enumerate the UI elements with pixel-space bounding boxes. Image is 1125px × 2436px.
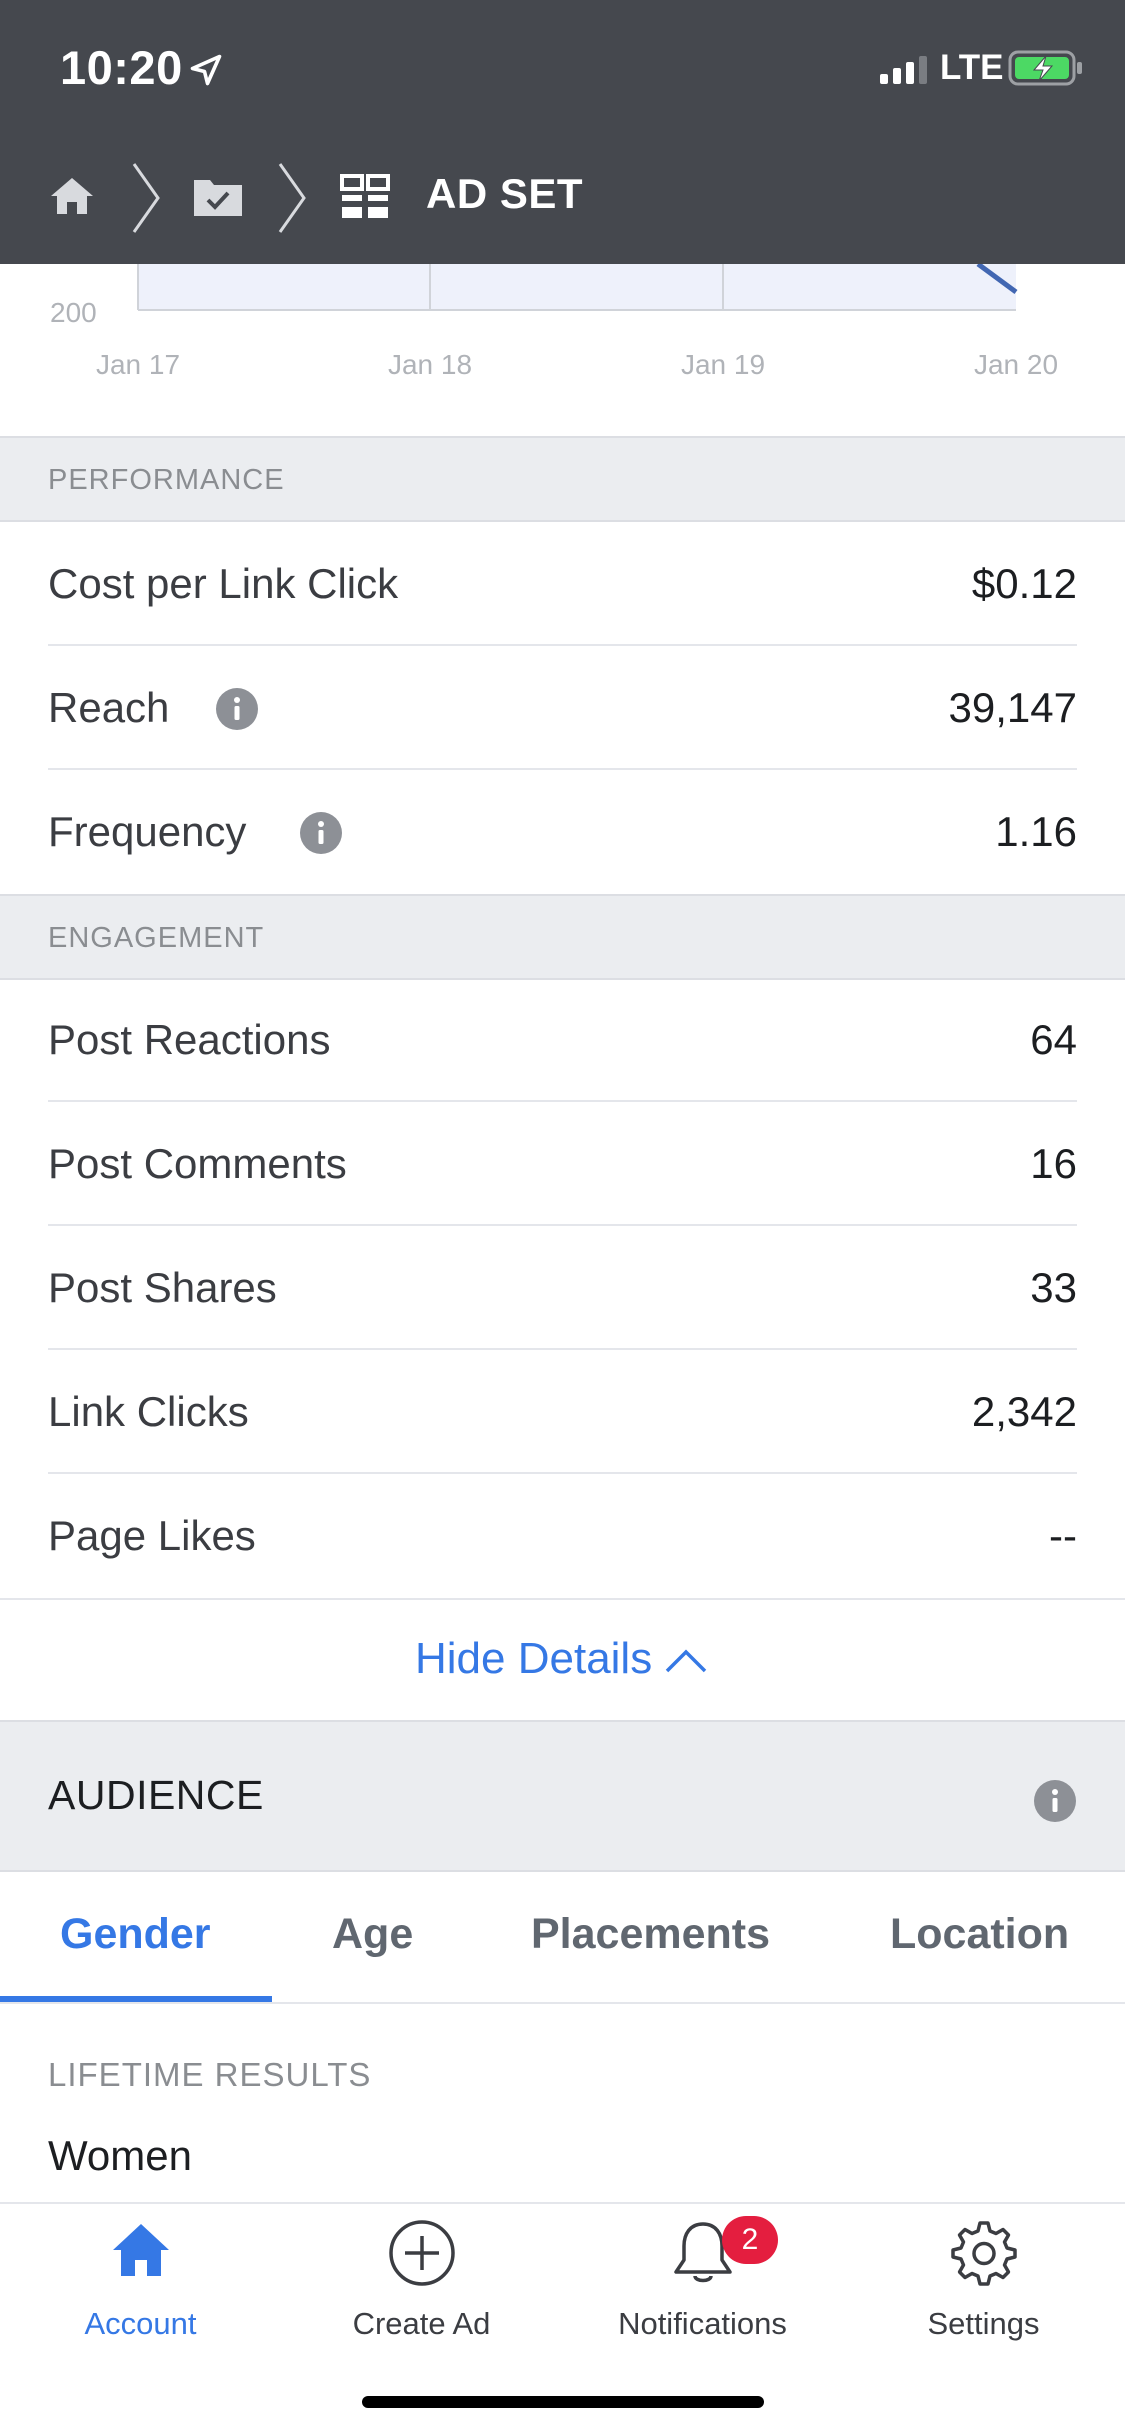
metric-label: Frequency xyxy=(48,808,247,855)
performance-header: PERFORMANCE xyxy=(0,436,1125,522)
tab-placements[interactable]: Placements xyxy=(531,1910,770,1959)
metric-value: 39,147 xyxy=(948,684,1077,731)
active-tab-indicator xyxy=(0,1996,272,2002)
metric-value: $0.12 xyxy=(971,560,1077,607)
chart-canvas: 200 Jan 17 Jan 18 Jan 19 Jan 20 xyxy=(50,264,1058,380)
location-arrow-icon xyxy=(190,54,222,86)
audience-title: AUDIENCE xyxy=(48,1772,264,1818)
nav-notifications[interactable]: 2 Notifications xyxy=(562,2204,843,2364)
metric-row-post-comments: Post Comments 16 xyxy=(48,1102,1077,1226)
engagement-header: ENGAGEMENT xyxy=(0,894,1125,980)
metric-label: Post Reactions xyxy=(48,1016,331,1063)
metric-value: 33 xyxy=(1030,1264,1077,1311)
metric-label: Reach xyxy=(48,684,170,731)
home-icon xyxy=(112,2224,169,2276)
info-icon[interactable] xyxy=(300,812,342,854)
metric-row-frequency: Frequency 1.16 xyxy=(48,770,1077,894)
metric-label: Post Shares xyxy=(48,1264,277,1311)
info-icon[interactable] xyxy=(1034,1780,1076,1822)
network-type: LTE xyxy=(940,48,1004,87)
signal-icon xyxy=(880,56,927,84)
audience-tabs: Gender Age Placements Location xyxy=(0,1872,1125,2004)
metric-row-cost-per-link-click: Cost per Link Click $0.12 xyxy=(48,522,1077,646)
breadcrumb-chevron-icon xyxy=(278,163,306,233)
nav-label: Notifications xyxy=(618,2306,787,2341)
battery-icon xyxy=(1008,50,1082,86)
breadcrumb-campaign-folder-icon[interactable] xyxy=(192,172,244,220)
results-chart: 200 Jan 17 Jan 18 Jan 19 Jan 20 xyxy=(0,264,1125,436)
hide-details-button[interactable]: Hide Details xyxy=(0,1598,1125,1720)
metric-row-page-likes: Page Likes -- xyxy=(48,1474,1077,1598)
metric-value: 64 xyxy=(1030,1016,1077,1063)
metric-row-reach: Reach 39,147 xyxy=(48,646,1077,770)
nav-label: Create Ad xyxy=(352,2306,491,2341)
metric-label: Post Comments xyxy=(48,1140,347,1187)
chart-area-fill xyxy=(138,264,1016,310)
status-time: 10:20 xyxy=(60,41,183,94)
chevron-up-icon xyxy=(665,1649,707,1673)
breadcrumb-home-icon[interactable] xyxy=(48,172,96,220)
metric-value: -- xyxy=(1049,1512,1077,1559)
x-tick-label: Jan 19 xyxy=(681,349,765,380)
metric-row-link-clicks: Link Clicks 2,342 xyxy=(48,1350,1077,1474)
audience-header: AUDIENCE xyxy=(0,1720,1125,1872)
gear-icon xyxy=(950,2221,1017,2286)
plus-circle-icon xyxy=(388,2220,455,2286)
ad-set-grid-icon xyxy=(340,174,390,218)
tab-gender[interactable]: Gender xyxy=(60,1910,211,1959)
page-title: AD SET xyxy=(426,170,584,217)
metric-label: Link Clicks xyxy=(48,1388,249,1435)
lifetime-results-label: LIFETIME RESULTS xyxy=(48,2056,372,2093)
metric-row-post-reactions: Post Reactions 64 xyxy=(48,978,1077,1102)
nav-create-ad[interactable]: Create Ad xyxy=(281,2204,562,2364)
performance-header-label: PERFORMANCE xyxy=(48,464,285,496)
nav-account[interactable]: Account xyxy=(0,2204,281,2364)
x-tick-label: Jan 20 xyxy=(974,349,1058,380)
metric-label: Cost per Link Click xyxy=(48,560,399,607)
breadcrumb-chevron-icon xyxy=(132,163,160,233)
tab-age[interactable]: Age xyxy=(332,1910,413,1959)
notification-badge: 2 xyxy=(722,2216,778,2264)
info-icon[interactable] xyxy=(216,688,258,730)
metric-value: 1.16 xyxy=(995,808,1077,855)
home-indicator xyxy=(362,2396,764,2408)
audience-item-label: Women xyxy=(48,2132,192,2179)
metric-label: Page Likes xyxy=(48,1512,256,1559)
engagement-header-label: ENGAGEMENT xyxy=(48,922,265,954)
top-bar: 10:20 LTE AD SET xyxy=(0,0,1125,264)
tab-location[interactable]: Location xyxy=(890,1910,1069,1959)
hide-details-label: Hide Details xyxy=(415,1634,653,1683)
x-tick-label: Jan 17 xyxy=(96,349,180,380)
metric-row-post-shares: Post Shares 33 xyxy=(48,1226,1077,1350)
y-tick-label: 200 xyxy=(50,297,97,328)
x-tick-label: Jan 18 xyxy=(388,349,472,380)
nav-label: Settings xyxy=(927,2306,1040,2341)
nav-settings[interactable]: Settings xyxy=(843,2204,1124,2364)
nav-label: Account xyxy=(84,2306,197,2341)
metric-value: 2,342 xyxy=(971,1388,1077,1435)
metric-value: 16 xyxy=(1030,1140,1077,1187)
